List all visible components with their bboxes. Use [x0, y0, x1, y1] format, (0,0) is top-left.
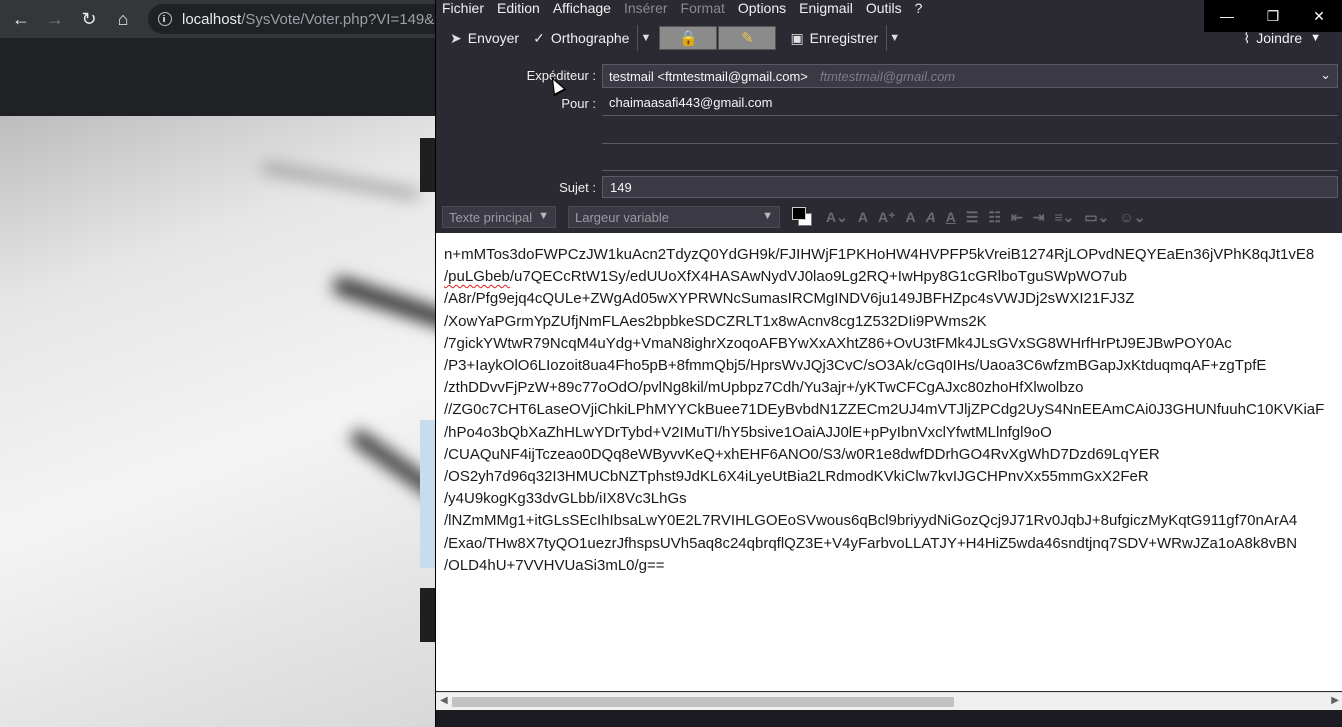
subject-label: Sujet : [559, 180, 596, 195]
subject-input[interactable]: 149 [602, 176, 1338, 198]
message-body[interactable]: n+mMTos3doFWPCzJW1kuAcn2TdyzQ0YdGH9k/FJI… [436, 233, 1342, 691]
url-path: /SysVote/Voter.php?VI=149&I [241, 10, 439, 28]
save-label: Enregistrer [809, 30, 879, 46]
home-icon[interactable]: ⌂ [106, 0, 140, 38]
font-value: Largeur variable [575, 209, 669, 225]
scroll-left-icon[interactable]: ◀ [440, 695, 448, 706]
italic-icon[interactable]: A [926, 209, 936, 225]
send-button[interactable]: ➤ Envoyer [444, 25, 525, 51]
body-line: /7gickYWtwR79NcqM4uYdg+VmaN8ighrXzoqoAFB… [444, 334, 1232, 352]
chevron-down-icon: ▼ [762, 210, 773, 222]
reload-icon[interactable]: ↻ [72, 0, 106, 38]
page-side-tab [420, 588, 436, 642]
body-line: /y4U9kogKg33dvGLbb/iIX8Vc3LhGs [444, 490, 687, 508]
body-line: /XowYaPGrmYpZUfjNmFLAes2bpbkeSDCZRLT1x8w… [444, 312, 987, 330]
horizontal-scrollbar[interactable]: ◀ ▶ [436, 692, 1342, 710]
status-bar [436, 710, 1342, 727]
paragraph-style-value: Texte principal [449, 209, 533, 225]
larger-text-icon[interactable]: A⁺ [878, 209, 896, 226]
body-line: /hPo4o3bQbXaZhHLwYDrTybd+V2IMuTI/hY5bsiv… [444, 423, 1052, 441]
encrypt-lock-icon[interactable]: 🔒 [659, 26, 718, 50]
sign-pen-icon[interactable]: ✎ [718, 26, 777, 50]
body-line: /CUAQuNF4ijTczeao0DQq8eWByvvKeQ+xhEHF6AN… [444, 445, 1160, 463]
bullet-list-icon[interactable]: ☰ [966, 209, 979, 226]
menu-affichage[interactable]: Affichage [553, 0, 611, 16]
numbered-list-icon[interactable]: ☷ [988, 209, 1001, 226]
paperclip-icon: ⌇ [1243, 29, 1251, 46]
menu-edition[interactable]: Edition [497, 0, 540, 16]
recipient-value: chaimaasafi443@gmail.com [609, 95, 773, 110]
chevron-down-icon: ▼ [538, 210, 549, 222]
page-header-area [0, 38, 436, 116]
from-ghost-address: ftmtestmail@gmail.com [819, 68, 956, 84]
recipient-field-empty[interactable] [602, 118, 1338, 144]
attach-label: Joindre [1256, 30, 1303, 46]
menu-enigmail[interactable]: Enigmail [799, 0, 853, 16]
menu-options[interactable]: Options [738, 0, 786, 16]
body-line: n+mMTos3doFWPCzJW1kuAcn2TdyzQ0YdGH9k/FJI… [444, 246, 1315, 263]
body-line: /lNZmMMg1+itGLsSEcIhIbsaLwY0E2L7RVIHLGOE… [444, 512, 1298, 530]
chevron-down-icon: ⌄ [1320, 67, 1331, 82]
attach-dropdown-icon[interactable]: ▼ [1310, 32, 1321, 44]
outdent-icon[interactable]: ⇤ [1011, 209, 1023, 226]
compose-toolbar: ➤ Envoyer ✓ Orthographe ▼ 🔒 ✎ ▣ Enregist… [436, 22, 1342, 54]
spelling-icon: ✓ [533, 29, 545, 46]
font-select[interactable]: Largeur variable ▼ [568, 206, 780, 228]
menu-format[interactable]: Format [681, 0, 725, 16]
paragraph-style-select[interactable]: Texte principal ▼ [442, 206, 556, 228]
send-icon: ➤ [450, 29, 462, 46]
save-button[interactable]: ▣ Enregistrer [784, 25, 884, 51]
body-line: /puLGbeb/u7QECcRtW1Sy/edUUoXfX4HASAwNydV… [444, 266, 1342, 288]
scroll-right-icon[interactable]: ▶ [1331, 695, 1339, 706]
back-arrow-icon[interactable]: ← [4, 0, 38, 38]
from-select[interactable]: testmail <ftmtestmail@gmail.com> ftmtest… [602, 64, 1338, 88]
page-side-panel [420, 420, 436, 568]
recipient-field[interactable]: chaimaasafi443@gmail.com [602, 90, 1338, 116]
insert-image-icon[interactable]: ▭⌄ [1084, 209, 1109, 226]
body-line-rest: /u7QECcRtW1Sy/edUUoXfX4HASAwNydVJ0lao9Lg… [509, 268, 1127, 286]
info-icon[interactable] [158, 12, 172, 26]
smaller-text-icon[interactable]: A [858, 209, 868, 225]
body-line: /OLD4hU+7VVHVUaSi3mL0/g== [444, 556, 665, 574]
save-dropdown-icon[interactable]: ▼ [886, 25, 902, 51]
page-side-tab [420, 138, 436, 192]
indent-icon[interactable]: ⇥ [1033, 209, 1045, 226]
recipient-field-empty[interactable] [602, 145, 1338, 171]
body-line: /Exao/THw8X7tyQO1uezrJfhspsUVh5aq8c24qbr… [444, 534, 1298, 552]
scrollbar-thumb[interactable] [452, 697, 954, 707]
spelling-dropdown-icon[interactable]: ▼ [637, 25, 653, 51]
page-background-image [0, 116, 436, 727]
align-icon[interactable]: ≡⌄ [1054, 209, 1074, 226]
compose-window: Fichier Edition Affichage Insérer Format… [435, 0, 1342, 727]
subject-value: 149 [610, 179, 632, 195]
spelling-button[interactable]: ✓ Orthographe [527, 25, 635, 51]
font-size-icon[interactable]: A⌄ [826, 209, 848, 226]
underline-icon[interactable]: A [946, 209, 956, 225]
to-label: Pour : [561, 96, 596, 111]
body-line: /A8r/Pfg9ejq4cQULe+ZWgAd05wXYPRWNcSumasI… [444, 290, 1135, 308]
menu-outils[interactable]: Outils [866, 0, 902, 16]
menu-help[interactable]: ? [915, 0, 923, 16]
save-icon: ▣ [790, 29, 804, 46]
from-value: testmail <ftmtestmail@gmail.com> [609, 68, 808, 84]
emoji-icon[interactable]: ☺⌄ [1119, 209, 1145, 226]
send-label: Envoyer [467, 30, 520, 46]
spelling-label: Orthographe [550, 30, 630, 46]
menu-fichier[interactable]: Fichier [442, 0, 484, 16]
body-line: /P3+IaykOlO6LIozoit8ua4Fho5pB+8fmmQbj5/H… [444, 357, 1267, 375]
menu-inserer[interactable]: Insérer [624, 0, 668, 16]
from-label: Expéditeur : [526, 68, 596, 83]
body-line: //ZG0c7CHT6LaseOVjiChkiLPhMYYCkBuee71DEy… [444, 401, 1325, 419]
body-line: /OS2yh7d96q32I3HMUCbNZTphst9JdKL6X4iLyeU… [444, 468, 1149, 486]
url-host: localhost [182, 10, 242, 28]
foreground-color-swatch [792, 207, 806, 220]
attach-button[interactable]: ⌇ Joindre ▼ [1243, 22, 1321, 54]
text-color-picker[interactable] [792, 207, 814, 227]
bold-icon[interactable]: A [905, 209, 915, 225]
body-line: /zthDDvvFjPzW+89c77oOdO/pvlNg8kil/mUpbpz… [444, 379, 1084, 397]
body-line-misspelled: /puLGbeb [444, 268, 510, 286]
forward-arrow-icon[interactable]: → [38, 0, 72, 38]
format-toolbar: Texte principal ▼ Largeur variable ▼ A⌄ … [436, 203, 1342, 231]
